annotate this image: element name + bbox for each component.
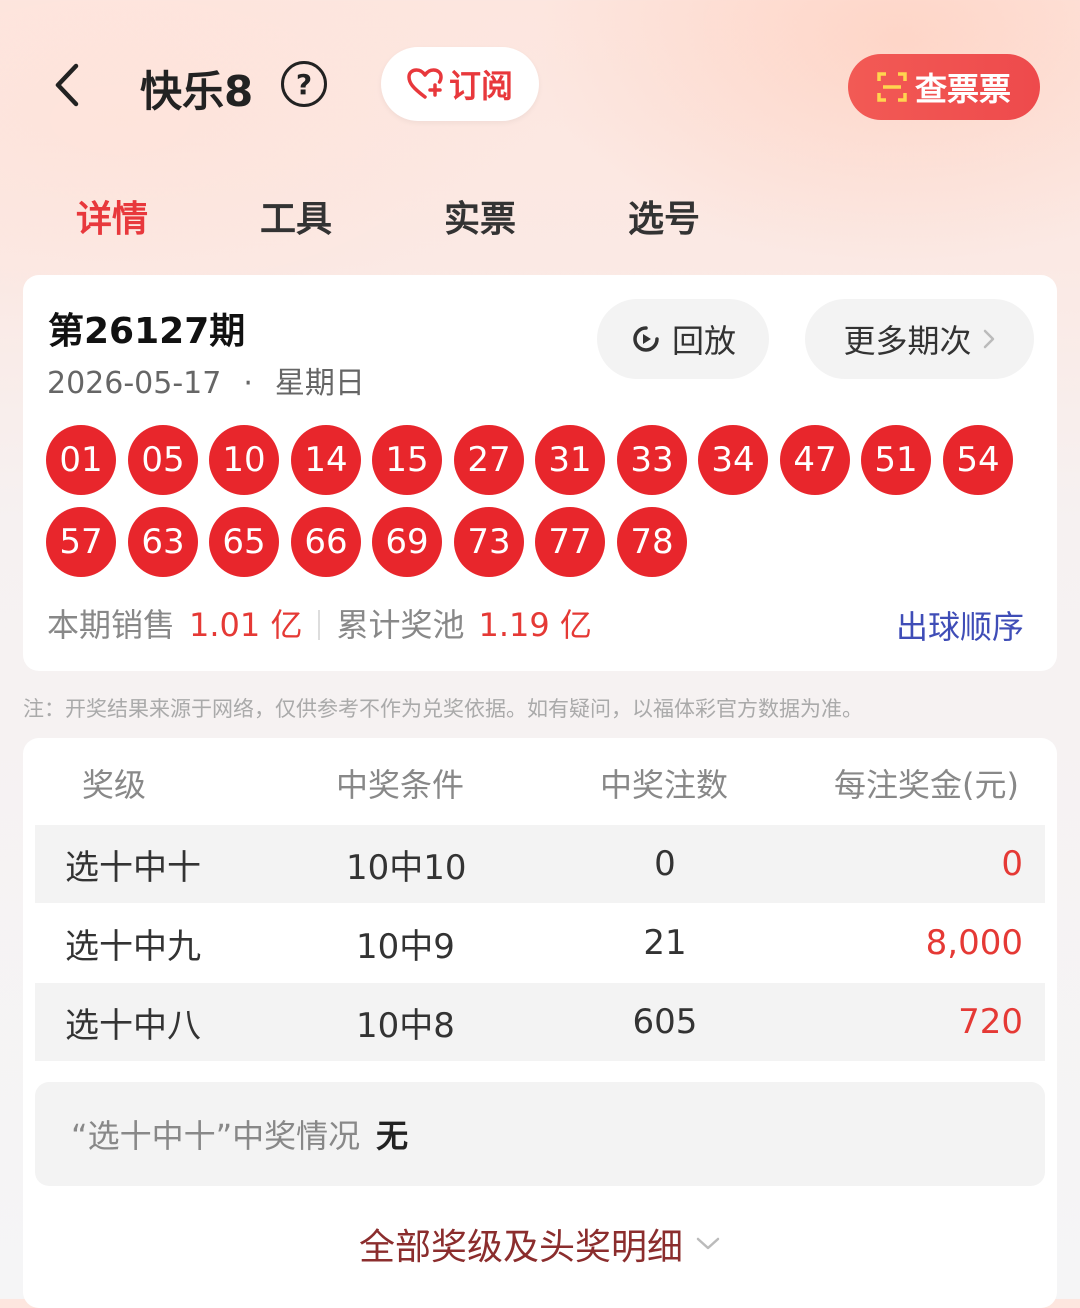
check-ticket-label: 查票票 [914,70,1011,108]
header-condition: 中奖条件 [336,766,465,804]
sales-info: 本期销售 1.01 亿 累计奖池 1.19 亿 [47,600,606,646]
ball: 51 [861,425,931,495]
page-title: 快乐8 [140,67,254,116]
ball: 15 [372,425,442,495]
ball: 78 [617,507,687,577]
heart-plus-icon [407,68,443,99]
ball: 77 [535,507,605,577]
ball: 65 [209,507,279,577]
ball: 10 [209,425,279,495]
back-button[interactable] [48,60,88,110]
help-icon[interactable]: ? [281,61,327,107]
check-ticket-button[interactable]: 查票票 [848,54,1040,120]
header-prize: 每注奖金(元) [834,766,1019,804]
disclaimer-note: 注：开奖结果来源于网络，仅供参考不作为兑奖依据。如有疑问，以福体彩官方数据为准。 [23,697,863,721]
level-cell: 选十中八 [65,1005,201,1046]
ball: 14 [291,425,361,495]
count-cell: 21 [643,923,687,963]
weekday-text: 星期日 [274,366,365,401]
all-prize-levels-label: 全部奖级及头奖明细 [358,1227,683,1268]
prize-cell: 8,000 [925,923,1023,963]
tab-tools[interactable]: 工具 [260,190,332,242]
ball: 66 [291,507,361,577]
period-number: 第26127期 [48,311,246,352]
more-periods-label: 更多期次 [843,322,972,360]
table-row: 选十中八 10中8 605 720 [35,983,1045,1061]
condition-cell: 10中8 [356,1005,455,1046]
ball: 54 [943,425,1013,495]
ball: 31 [535,425,605,495]
ball: 27 [454,425,524,495]
pool-label: 累计奖池 [336,606,465,644]
chevron-left-icon [55,63,79,107]
divider [318,610,321,640]
ball: 34 [698,425,768,495]
all-prize-levels-button[interactable]: 全部奖级及头奖明细 [0,1218,1080,1270]
summary-answer: 无 [376,1117,409,1155]
table-row: 选十中十 10中10 0 0 [35,825,1045,903]
replay-icon [633,326,659,352]
chevron-down-icon [696,1237,720,1250]
ball: 69 [372,507,442,577]
pool-value: 1.19 亿 [478,606,592,644]
ball: 05 [128,425,198,495]
chevron-right-icon [983,329,994,349]
subscribe-button[interactable]: 订阅 [381,47,539,121]
header-level: 奖级 [82,766,147,804]
ball: 47 [780,425,850,495]
header-count: 中奖注数 [600,766,729,804]
level-cell: 选十中九 [65,926,201,967]
prize-cell: 0 [1001,844,1023,884]
table-row: 选十中九 10中9 21 8,000 [35,904,1045,982]
subscribe-label: 订阅 [448,67,513,105]
tab-real-tickets[interactable]: 实票 [444,190,516,242]
count-cell: 605 [632,1002,698,1042]
ball-order-link[interactable]: 出球顺序 [896,602,1024,648]
ball: 01 [46,425,116,495]
scan-icon [877,72,907,102]
replay-button[interactable]: 回放 [597,299,769,379]
date-text: 2026-05-17 [47,366,222,401]
count-cell: 0 [654,844,676,884]
condition-cell: 10中9 [356,926,455,967]
ball: 73 [454,507,524,577]
ball: 63 [128,507,198,577]
date-separator: · [243,366,253,401]
sales-label: 本期销售 [47,606,176,644]
summary-question: “选十中十”中奖情况 [71,1117,361,1155]
top-prize-summary: “选十中十”中奖情况 无 [35,1082,1045,1186]
ball: 33 [617,425,687,495]
tab-pick-numbers[interactable]: 选号 [628,190,700,242]
tab-details[interactable]: 详情 [76,190,148,242]
ball: 57 [46,507,116,577]
sales-value: 1.01 亿 [189,606,303,644]
level-cell: 选十中十 [65,847,201,888]
condition-cell: 10中10 [346,847,467,888]
prize-cell: 720 [958,1002,1023,1042]
more-periods-button[interactable]: 更多期次 [805,299,1034,379]
replay-label: 回放 [671,322,736,360]
draw-date: 2026-05-17 · 星期日 [47,358,365,402]
